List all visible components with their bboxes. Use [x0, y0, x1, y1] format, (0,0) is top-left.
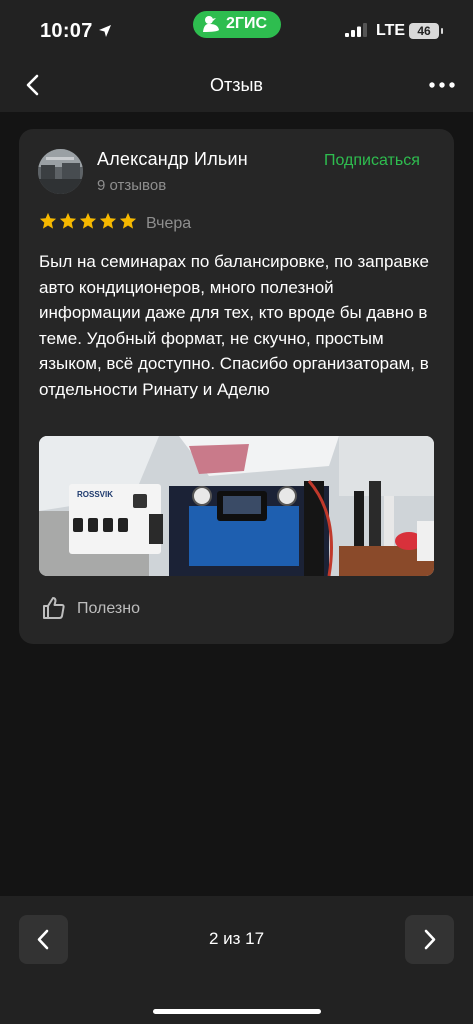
status-bar: 10:07 2ГИС LTE 46 — [0, 0, 473, 62]
review-photo-image — [39, 436, 434, 576]
review-card: Александр Ильин 9 отзывов Подписаться Вч… — [19, 129, 454, 644]
star-icon — [99, 212, 117, 229]
author-reviews-count: 9 отзывов — [97, 177, 167, 194]
bottom-pager-bar: 2 из 17 — [0, 896, 473, 1024]
thumbs-up-icon[interactable] — [41, 595, 67, 621]
duck-logo-icon — [203, 16, 219, 32]
chevron-right-icon — [424, 929, 436, 950]
battery-icon: 46 — [409, 23, 439, 39]
helpful-button[interactable]: Полезно — [77, 600, 140, 618]
photo-brand-label: ROSSVIK — [77, 490, 114, 499]
avatar-photo — [38, 149, 83, 194]
pager-label: 2 из 17 — [208, 929, 265, 948]
brand-label: 2ГИС — [226, 15, 268, 32]
star-icon — [59, 212, 77, 229]
battery-level: 46 — [417, 24, 431, 38]
star-icon — [119, 212, 137, 229]
network-type: LTE — [376, 22, 406, 39]
author-name[interactable]: Александр Ильин — [97, 149, 248, 170]
battery-cap — [441, 28, 443, 34]
star-icon — [39, 212, 57, 229]
home-indicator — [153, 1009, 321, 1014]
subscribe-button[interactable]: Подписаться — [324, 152, 420, 170]
next-review-button[interactable] — [405, 915, 454, 964]
top-nav-bar: Отзыв — [0, 62, 473, 112]
clock: 10:07 — [40, 20, 93, 42]
page-title: Отзыв — [210, 75, 263, 95]
more-dots-icon[interactable] — [422, 70, 462, 100]
review-text: Был на семинарах по балансировке, по зап… — [39, 252, 429, 399]
brand-pill[interactable]: 2ГИС — [193, 11, 281, 38]
location-arrow-icon — [99, 25, 111, 37]
review-photo[interactable]: ROSSVIK — [39, 436, 434, 576]
star-icon — [79, 212, 97, 229]
signal-icon — [345, 23, 367, 37]
rating-stars — [39, 212, 137, 232]
avatar[interactable] — [38, 149, 83, 194]
review-date: Вчера — [146, 215, 192, 232]
